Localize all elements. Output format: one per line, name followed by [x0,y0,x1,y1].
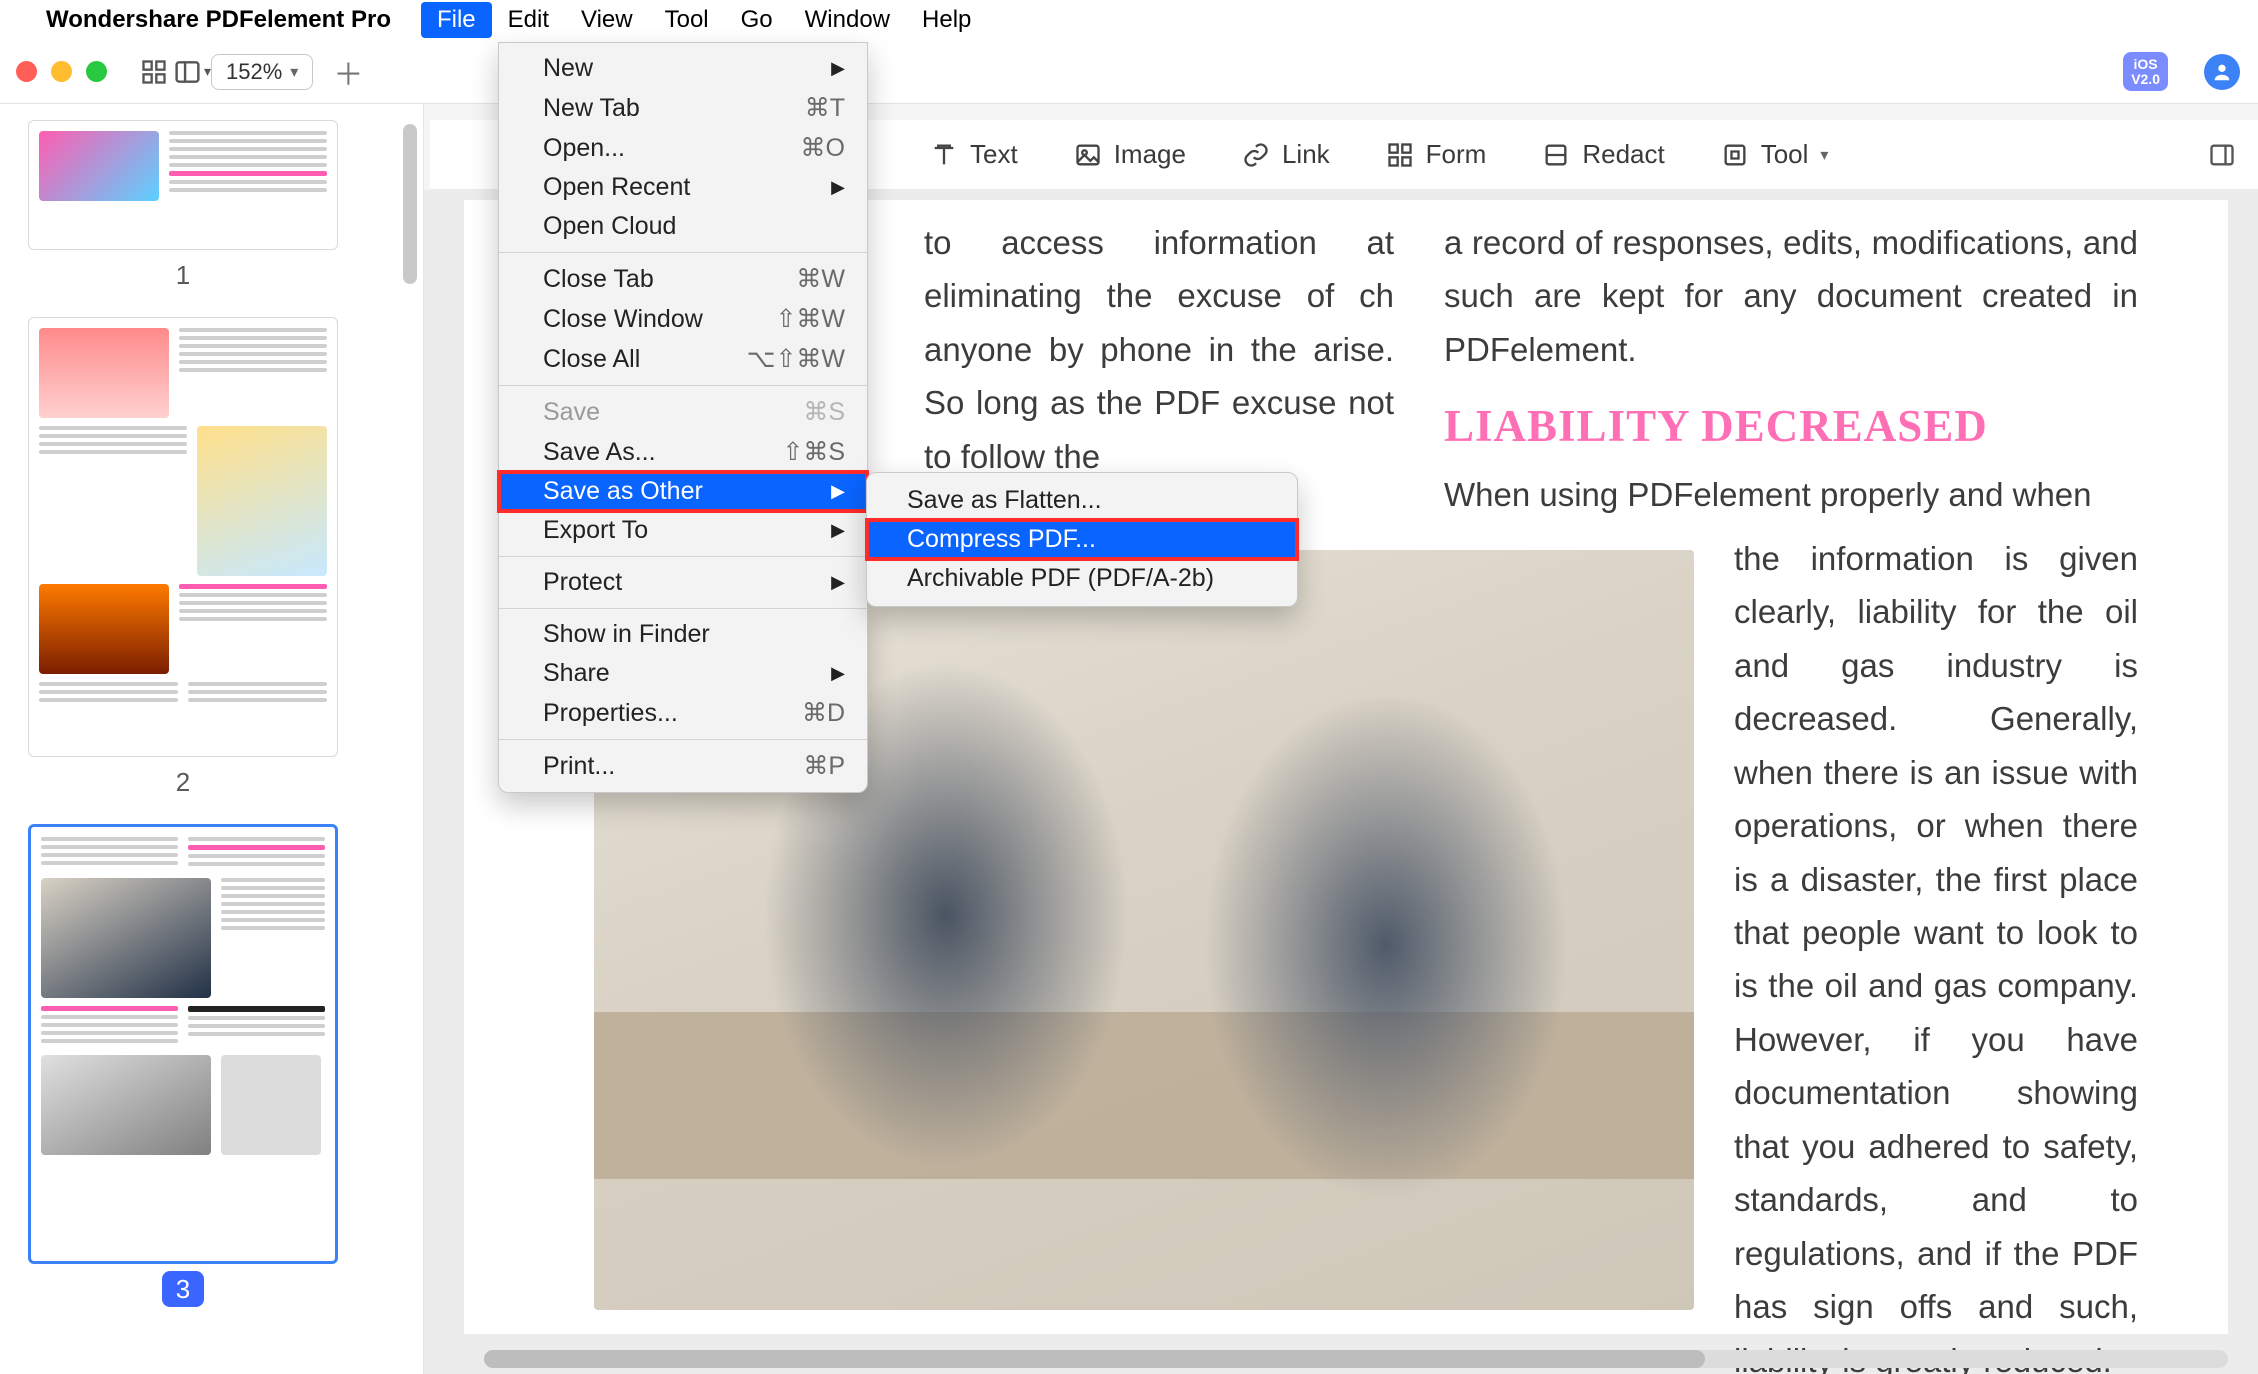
zoom-value: 152% [226,59,282,85]
menu-item-open-recent[interactable]: Open Recent▶ [499,168,867,207]
app-name[interactable]: Wondershare PDFelement Pro [46,6,391,34]
submenu-arrow-icon: ▶ [831,58,845,79]
page-number-3: 3 [28,1274,338,1305]
new-tab-button[interactable]: ＋ [333,50,363,94]
body-text: to access information at eliminating the… [924,216,1394,483]
submenu-arrow-icon: ▶ [831,520,845,541]
body-text: When using PDFelement properly and when [1444,468,2138,521]
horizontal-scrollbar[interactable] [484,1350,2228,1368]
menu-item-new-tab[interactable]: New Tab⌘T [499,88,867,128]
mac-menubar: Wondershare PDFelement Pro File Edit Vie… [0,0,2258,40]
menu-item-protect[interactable]: Protect▶ [499,563,867,602]
tool-link[interactable]: Link [1242,139,1330,170]
account-avatar[interactable] [2204,54,2240,90]
menu-item-close-window[interactable]: Close Window⇧⌘W [499,299,867,339]
menu-item-open[interactable]: Open...⌘O [499,128,867,168]
menu-item-close-all[interactable]: Close All⌥⇧⌘W [499,339,867,379]
tool-redact[interactable]: Redact [1542,139,1664,170]
submenu-item-archivable-pdf-pdf-a-2b[interactable]: Archivable PDF (PDF/A-2b) [867,559,1297,598]
fullscreen-window-button[interactable] [86,61,107,82]
page-thumbnail-1[interactable] [28,120,338,250]
page-thumbnail-3[interactable] [28,824,338,1264]
submenu-arrow-icon: ▶ [831,481,845,502]
ios-badge[interactable]: iOS V2.0 [2123,52,2168,91]
submenu-item-save-as-flatten[interactable]: Save as Flatten... [867,481,1297,520]
panel-toggle-icon[interactable] [2208,141,2236,169]
menu-item-save: Save⌘S [499,392,867,432]
tool-more[interactable]: Tool ▾ [1721,139,1829,170]
menu-item-properties[interactable]: Properties...⌘D [499,693,867,733]
save-as-other-submenu: Save as Flatten...Compress PDF...Archiva… [866,472,1298,607]
menu-view[interactable]: View [565,2,649,38]
submenu-arrow-icon: ▶ [831,663,845,684]
window-controls [16,61,107,82]
section-heading: LIABILITY DECREASED [1444,400,2138,452]
submenu-item-compress-pdf[interactable]: Compress PDF... [867,520,1297,559]
menu-item-close-tab[interactable]: Close Tab⌘W [499,259,867,299]
submenu-arrow-icon: ▶ [831,572,845,593]
menu-file[interactable]: File [421,2,492,38]
page-layout-icon[interactable]: ▾ [173,53,211,91]
menu-item-print[interactable]: Print...⌘P [499,746,867,786]
menu-help[interactable]: Help [906,2,987,38]
page-number-2: 2 [28,767,338,798]
tool-image[interactable]: Image [1074,139,1186,170]
thumbnails-toggle-icon[interactable] [135,53,173,91]
menu-edit[interactable]: Edit [492,2,565,38]
close-window-button[interactable] [16,61,37,82]
body-text: a record of responses, edits, modificati… [1444,216,2138,376]
minimize-window-button[interactable] [51,61,72,82]
zoom-select[interactable]: 152% ▾ [211,54,313,90]
menu-window[interactable]: Window [789,2,906,38]
tool-form[interactable]: Form [1386,139,1487,170]
submenu-arrow-icon: ▶ [831,177,845,198]
menu-item-export-to[interactable]: Export To▶ [499,511,867,550]
page-number-1: 1 [28,260,338,291]
menu-item-share[interactable]: Share▶ [499,654,867,693]
menu-item-open-cloud[interactable]: Open Cloud [499,207,867,246]
menu-tool[interactable]: Tool [649,2,725,38]
tool-text[interactable]: Text [930,139,1018,170]
thumbnail-sidebar: 1 2 3 [0,104,424,1374]
menu-item-save-as-other[interactable]: Save as Other▶ [499,472,867,511]
chevron-down-icon: ▾ [1820,145,1828,165]
menu-go[interactable]: Go [725,2,789,38]
menu-item-save-as[interactable]: Save As...⇧⌘S [499,432,867,472]
page-thumbnail-2[interactable] [28,317,338,757]
chevron-down-icon: ▾ [290,62,298,82]
file-menu-dropdown: New▶New Tab⌘TOpen...⌘OOpen Recent▶Open C… [498,42,868,793]
menu-item-show-in-finder[interactable]: Show in Finder [499,615,867,654]
window-toolbar: ▾ 152% ▾ ＋ iOS V2.0 [0,40,2258,104]
sidebar-scrollbar[interactable] [403,124,417,284]
menu-item-new[interactable]: New▶ [499,49,867,88]
